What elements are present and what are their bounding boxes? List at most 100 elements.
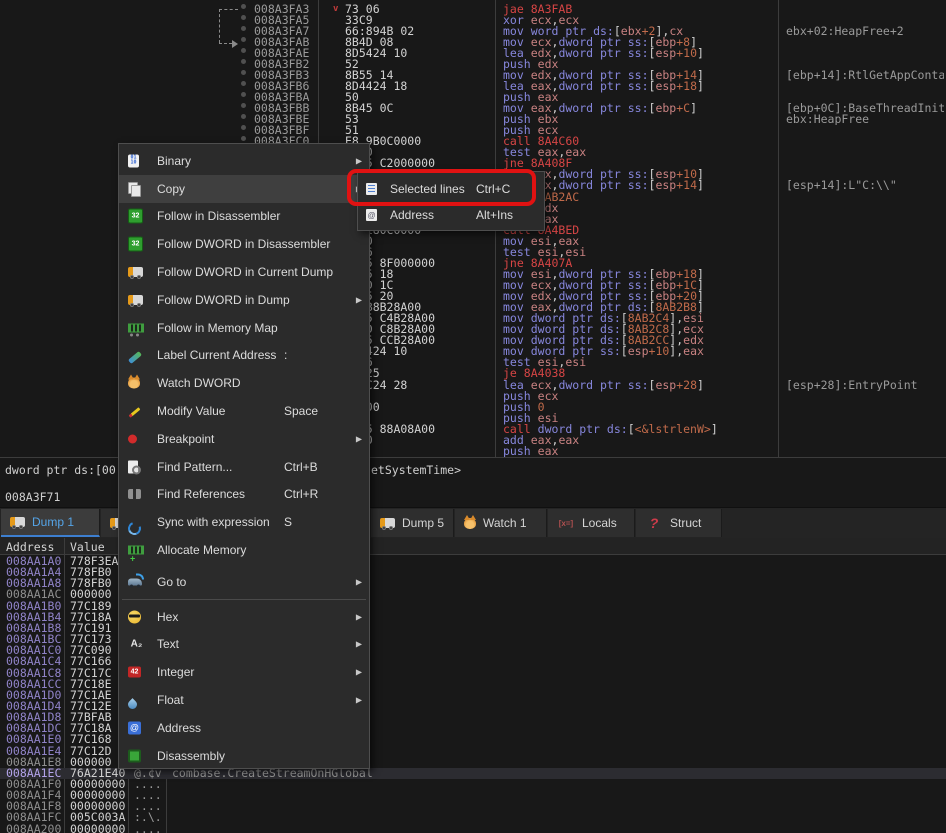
instruction-dot	[241, 125, 246, 130]
jump-arrow	[219, 43, 232, 44]
menu-item-binary[interactable]: Binary▶	[119, 147, 369, 175]
pencil-icon	[129, 407, 141, 418]
menu-item-label: Follow DWORD in Current Dump	[157, 265, 333, 279]
menu-item-label: Text	[157, 637, 179, 651]
instruction-dot	[241, 114, 246, 119]
menu-item-label-current-address[interactable]: Label Current Address:	[119, 342, 369, 370]
dump-row[interactable]: 008AA200 00000000....	[0, 824, 946, 833]
binary-icon	[128, 154, 139, 167]
dump-icon	[10, 517, 25, 527]
jump-arrow	[219, 9, 220, 43]
dump-ascii: ....	[134, 824, 162, 833]
menu-item-label: Modify Value	[157, 404, 225, 418]
x64dbg-window: v008A3FA373 06jae 8A3FAB008A3FA533C9xor …	[0, 0, 946, 833]
context-menu: Binary▶Copy▶Follow in DisassemblerFollow…	[118, 143, 370, 769]
menu-item-label: Hex	[157, 610, 178, 624]
dump-value: 00000000	[70, 824, 125, 833]
column-header-address[interactable]: Address	[6, 540, 54, 554]
instruction-dot	[241, 136, 246, 141]
tab-label: Locals	[582, 516, 617, 530]
disasm-row[interactable]: v008A3FA373 06jae 8A3FAB	[0, 4, 946, 15]
menu-item-label: Find Pattern...	[157, 460, 232, 474]
dump-address: 008AA200	[6, 824, 61, 833]
menu-item-follow-dword-in-disassembler[interactable]: Follow DWORD in Disassembler	[119, 230, 369, 258]
disasm-row[interactable]: 008A3FAB8B4D 08mov ecx,dword ptr ss:[ebp…	[0, 37, 946, 48]
menu-item-modify-value[interactable]: Modify Value Space	[119, 397, 369, 425]
menu-item-shortcut: Space	[284, 404, 318, 418]
menu-item-disassembly[interactable]: Disassembly	[119, 742, 369, 770]
integer-icon	[128, 667, 141, 678]
menu-item-follow-dword-in-current-dump[interactable]: Follow DWORD in Current Dump	[119, 258, 369, 286]
allocate-memory-icon	[128, 546, 144, 555]
disassembly-icon	[128, 749, 141, 762]
menu-item-label: Label Current Address	[157, 348, 276, 362]
menu-item-follow-in-disassembler[interactable]: Follow in Disassembler	[119, 203, 369, 231]
find-references-icon	[128, 489, 141, 499]
tab-dump-1[interactable]: Dump 1	[1, 509, 100, 537]
tab-struct[interactable]: Struct	[636, 509, 722, 537]
instruction-dot	[241, 15, 246, 20]
menu-item-find-references[interactable]: Find ReferencesCtrl+R	[119, 481, 369, 509]
menu-item-breakpoint[interactable]: Breakpoint▶	[119, 425, 369, 453]
disasm-row[interactable]: 008A3FAE8D5424 10lea edx,dword ptr ss:[e…	[0, 48, 946, 59]
disasm-row[interactable]: 008A3FA533C9xor ecx,ecx	[0, 15, 946, 26]
menu-item-label: Integer	[157, 665, 194, 679]
instruction-dot	[241, 48, 246, 53]
menu-item-find-pattern[interactable]: Find Pattern...Ctrl+B	[119, 453, 369, 481]
disasm-row[interactable]: 008A3FA766:894B 02mov word ptr ds:[ebx+2…	[0, 26, 946, 37]
disasm-row[interactable]: 008A3FBA50push eax	[0, 92, 946, 103]
disasm-row[interactable]: 008A3FB252push edx	[0, 59, 946, 70]
menu-item-label: Allocate Memory	[157, 543, 246, 557]
menu-item-text[interactable]: Text▶	[119, 631, 369, 659]
menu-item-go-to[interactable]: Go to▶	[119, 568, 369, 596]
disasm-row[interactable]: 008A3FB68D4424 18lea eax,dword ptr ss:[e…	[0, 81, 946, 92]
menu-item-integer[interactable]: Integer▶	[119, 658, 369, 686]
menu-item-float[interactable]: Float▶	[119, 686, 369, 714]
disasm-row[interactable]: 008A3FBB8B45 0Cmov eax,dword ptr ss:[ebp…	[0, 103, 946, 114]
instruction-dot	[241, 4, 246, 9]
menu-item-label: Find References	[157, 487, 245, 501]
struct-icon	[645, 515, 663, 531]
menu-item-copy[interactable]: Copy▶	[119, 175, 369, 203]
menu-item-allocate-memory[interactable]: Allocate Memory	[119, 536, 369, 564]
text-icon	[128, 636, 145, 653]
disasm-row[interactable]: 008A3FBF51push ecx	[0, 125, 946, 136]
menu-item-address[interactable]: Address	[119, 714, 369, 742]
instruction-dot	[241, 81, 246, 86]
tab-label: Dump 5	[402, 516, 444, 530]
menu-item-label: Binary	[157, 154, 191, 168]
column-header-value[interactable]: Value	[70, 540, 105, 554]
info-expression: dword ptr ds:[00	[5, 463, 116, 477]
submenu-arrow-icon: ▶	[356, 696, 362, 705]
menu-item-shortcut: S	[284, 515, 292, 529]
submenu-arrow-icon: ▶	[356, 434, 362, 443]
dump-icon	[128, 267, 143, 277]
address-icon	[128, 721, 141, 734]
disasm-row[interactable]: 008A3FBE53push ebxebx:HeapFree	[0, 114, 946, 125]
find-pattern-icon	[128, 460, 138, 473]
copy-icon	[128, 182, 142, 196]
goto-icon	[128, 578, 142, 585]
menu-item-watch-dword[interactable]: Watch DWORD	[119, 369, 369, 397]
float-icon	[126, 698, 139, 711]
menu-item-hex[interactable]: Hex▶	[119, 603, 369, 631]
menu-item-label: Copy	[157, 182, 185, 196]
tab-dump-5[interactable]: Dump 5	[371, 509, 454, 537]
memory-map-icon	[128, 323, 144, 332]
menu-item-follow-in-memory-map[interactable]: Follow in Memory Map	[119, 314, 369, 342]
menu-item-sync-with-expression[interactable]: Sync with expressionS	[119, 508, 369, 536]
menu-separator	[122, 599, 366, 600]
disasm-comment: ebx+02:HeapFree+2	[786, 26, 944, 37]
tab-label: Struct	[670, 516, 701, 530]
menu-item-shortcut: :	[284, 348, 287, 362]
disasm-comment: [ebp+0C]:BaseThreadInitT	[786, 103, 944, 114]
disasm-row[interactable]: 008A3FB38B55 14mov edx,dword ptr ss:[ebp…	[0, 70, 946, 81]
menu-item-follow-dword-in-dump[interactable]: Follow DWORD in Dump▶	[119, 286, 369, 314]
tab-locals[interactable]: Locals	[548, 509, 635, 537]
menu-item-label: Follow in Disassembler	[157, 209, 280, 223]
dump-icon	[128, 295, 143, 305]
tab-watch-1[interactable]: Watch 1	[455, 509, 547, 537]
disasm-comment: ebx:HeapFree	[786, 114, 944, 125]
watch-icon	[128, 378, 140, 389]
disasm-instruction: push eax	[503, 446, 558, 457]
